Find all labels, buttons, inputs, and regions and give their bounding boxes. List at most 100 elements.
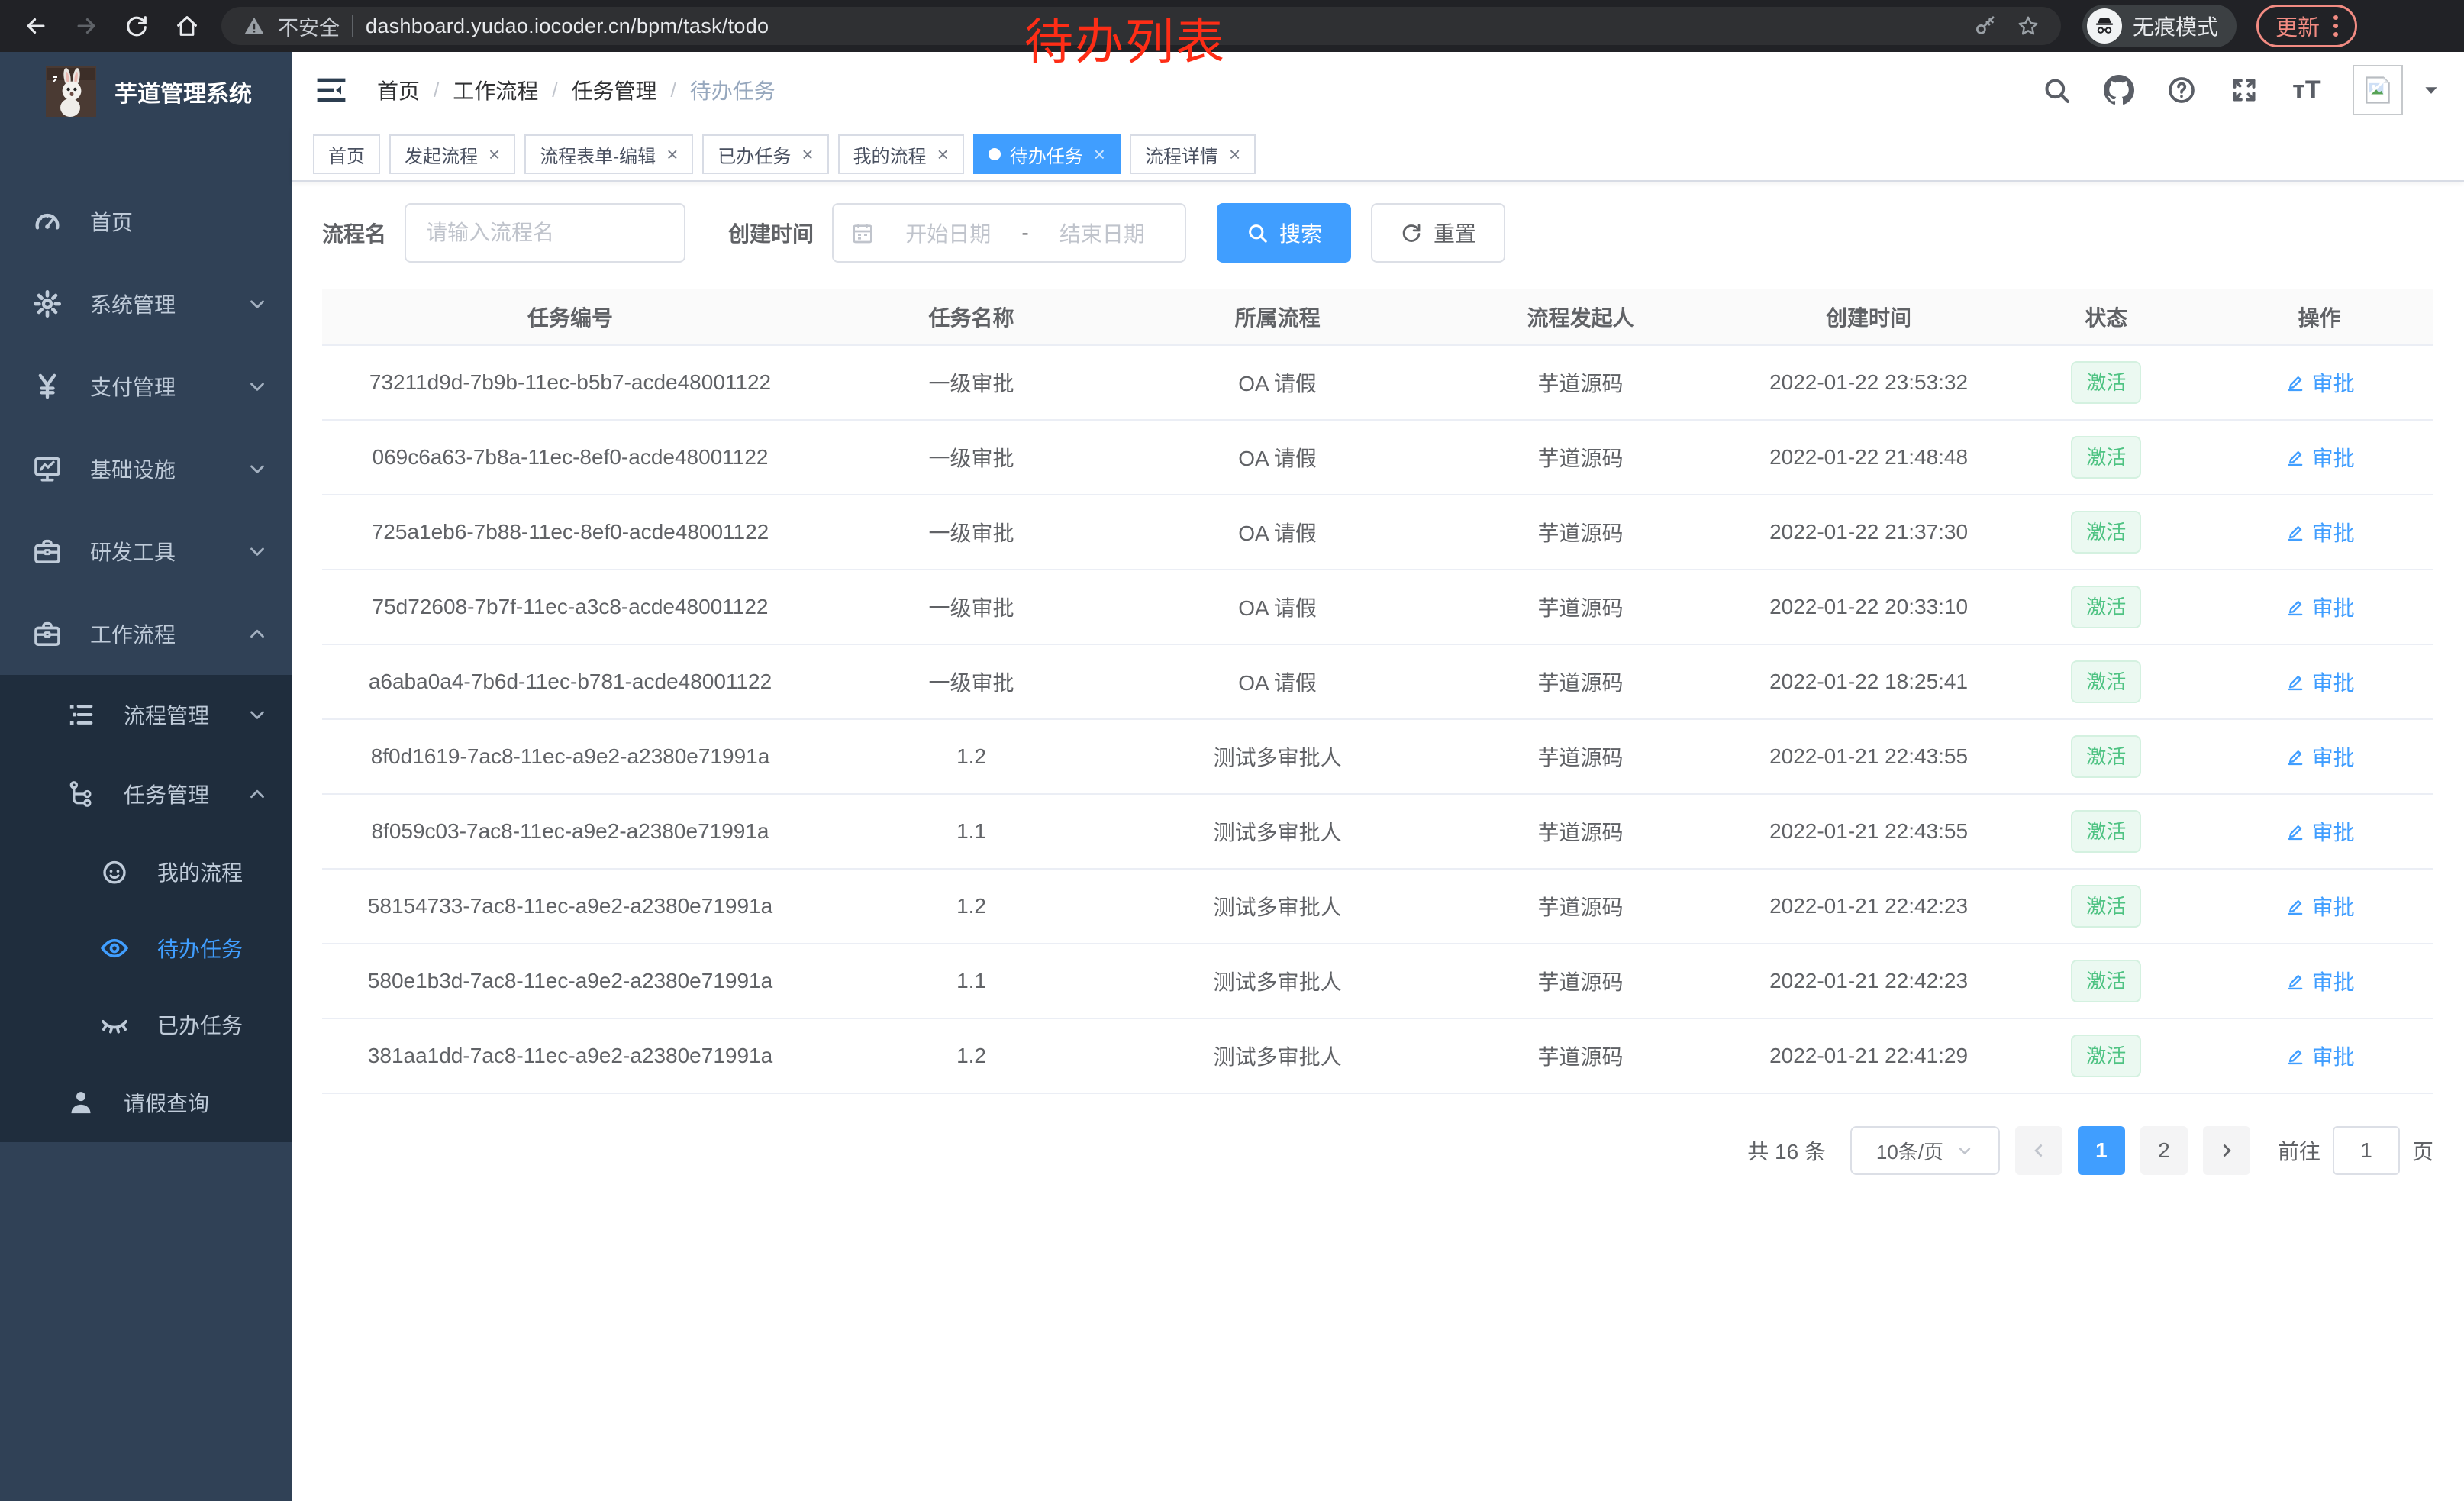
breadcrumb-item-工作流程[interactable]: 工作流程 — [453, 75, 538, 105]
status-badge: 激活 — [2071, 960, 2141, 1002]
browser-forward-icon[interactable] — [64, 4, 108, 48]
table-row: 381aa1dd-7ac8-11ec-a9e2-a2380e71991a1.2测… — [322, 1018, 2433, 1093]
sidebar-collapse-icon[interactable] — [313, 72, 350, 108]
table-row: 58154733-7ac8-11ec-a9e2-a2380e71991a1.2测… — [322, 869, 2433, 944]
process-name-input-wrap[interactable] — [405, 203, 685, 263]
sidebar-item-工作流程[interactable]: 工作流程 — [0, 592, 292, 675]
tab-close-icon[interactable]: × — [1094, 143, 1105, 166]
approve-link[interactable]: 审批 — [2285, 1041, 2355, 1071]
security-label[interactable]: 不安全 — [278, 11, 340, 41]
url-text[interactable]: dashboard.yudao.iocoder.cn/bpm/task/todo — [366, 15, 769, 38]
browser-update-button[interactable]: 更新 — [2256, 5, 2357, 47]
tab-发起流程[interactable]: 发起流程× — [389, 134, 515, 174]
tab-首页[interactable]: 首页 — [313, 134, 380, 174]
browser-back-icon[interactable] — [14, 4, 58, 48]
help-icon[interactable] — [2165, 73, 2198, 107]
edit-pen-icon — [2285, 447, 2306, 468]
password-key-icon[interactable] — [1974, 15, 1997, 37]
sidebar-item-支付管理[interactable]: 支付管理 — [0, 345, 292, 428]
column-header-任务编号: 任务编号 — [322, 289, 818, 345]
cell-created: 2022-01-22 23:53:32 — [1730, 345, 2007, 420]
next-page-button[interactable] — [2203, 1126, 2250, 1175]
approve-link[interactable]: 审批 — [2285, 517, 2355, 547]
cell-starter: 芋道源码 — [1430, 944, 1730, 1018]
page-content: 流程名 创建时间 开始日期 - 结束日期 搜索 — [292, 182, 2464, 1501]
search-icon[interactable] — [2040, 73, 2073, 107]
sidebar-item-基础设施[interactable]: 基础设施 — [0, 428, 292, 510]
cell-task-name: 1.1 — [818, 944, 1124, 1018]
cell-task-name: 一级审批 — [818, 495, 1124, 570]
table-row: 73211d9d-7b9b-11ec-b5b7-acde48001122一级审批… — [322, 345, 2433, 420]
cell-created: 2022-01-22 18:25:41 — [1730, 644, 2007, 719]
approve-link[interactable]: 审批 — [2285, 966, 2355, 996]
tab-label: 流程详情 — [1145, 141, 1218, 168]
browser-menu-icon[interactable] — [2333, 15, 2338, 37]
browser-home-icon[interactable] — [165, 4, 209, 48]
sidebar-item-请假查询[interactable]: 请假查询 — [0, 1063, 292, 1142]
update-label[interactable]: 更新 — [2275, 10, 2320, 42]
tab-待办任务[interactable]: 待办任务× — [973, 134, 1121, 174]
approve-link[interactable]: 审批 — [2285, 816, 2355, 847]
approve-link[interactable]: 审批 — [2285, 741, 2355, 772]
sidebar-submenu: 我的流程待办任务已办任务 — [0, 834, 292, 1063]
prev-page-button[interactable] — [2015, 1126, 2062, 1175]
end-date-placeholder[interactable]: 结束日期 — [1037, 218, 1168, 248]
tab-close-icon[interactable]: × — [937, 143, 949, 166]
fullscreen-icon[interactable] — [2227, 73, 2261, 107]
sidebar-item-待办任务[interactable]: 待办任务 — [0, 910, 292, 986]
tab-label: 我的流程 — [853, 141, 927, 168]
cell-starter: 芋道源码 — [1430, 570, 1730, 644]
approve-link[interactable]: 审批 — [2285, 442, 2355, 473]
browser-reload-icon[interactable] — [114, 4, 159, 48]
sidebar-item-任务管理[interactable]: 任务管理 — [0, 754, 292, 834]
cell-starter: 芋道源码 — [1430, 719, 1730, 794]
page-size-select[interactable]: 10条/页 — [1850, 1126, 2000, 1175]
sidebar: 芋道管理系统 首页系统管理支付管理基础设施研发工具工作流程流程管理任务管理我的流… — [0, 52, 292, 1501]
status-badge: 激活 — [2071, 361, 2141, 404]
breadcrumb-item-任务管理[interactable]: 任务管理 — [572, 75, 657, 105]
date-range-picker[interactable]: 开始日期 - 结束日期 — [832, 203, 1186, 263]
reset-button[interactable]: 重置 — [1371, 203, 1505, 263]
tab-close-icon[interactable]: × — [801, 143, 813, 166]
approve-link[interactable]: 审批 — [2285, 592, 2355, 622]
tab-close-icon[interactable]: × — [666, 143, 678, 166]
sidebar-item-系统管理[interactable]: 系统管理 — [0, 263, 292, 345]
sidebar-item-label: 首页 — [90, 206, 133, 237]
approve-link[interactable]: 审批 — [2285, 667, 2355, 697]
tab-close-icon[interactable]: × — [489, 143, 500, 166]
sidebar-item-研发工具[interactable]: 研发工具 — [0, 510, 292, 592]
tab-我的流程[interactable]: 我的流程 × — [838, 134, 964, 174]
sidebar-item-首页[interactable]: 首页 — [0, 180, 292, 263]
tab-已办任务[interactable]: 已办任务× — [702, 134, 828, 174]
avatar-caret-down-icon[interactable] — [2421, 80, 2441, 100]
tab-流程详情[interactable]: 流程详情 × — [1130, 134, 1256, 174]
sidebar-item-流程管理[interactable]: 流程管理 — [0, 675, 292, 754]
approve-link[interactable]: 审批 — [2285, 891, 2355, 922]
bookmark-star-icon[interactable] — [2017, 15, 2040, 37]
user-avatar[interactable] — [2353, 65, 2403, 115]
table-row: 8f059c03-7ac8-11ec-a9e2-a2380e71991a1.1测… — [322, 794, 2433, 869]
tags-view: 首页发起流程×流程表单-编辑×已办任务×我的流程×待办任务×流程详情× — [292, 128, 2464, 182]
tab-close-icon[interactable]: × — [1229, 143, 1240, 166]
goto-page-input[interactable]: 1 — [2333, 1126, 2400, 1175]
github-icon[interactable] — [2102, 73, 2136, 107]
cell-process: 测试多审批人 — [1124, 1018, 1430, 1093]
font-size-icon[interactable]: ᴛT — [2290, 73, 2324, 107]
monitor-icon — [32, 454, 63, 484]
breadcrumb-item-待办任务[interactable]: 待办任务 — [690, 75, 776, 105]
search-button[interactable]: 搜索 — [1217, 203, 1351, 263]
sidebar-item-label: 待办任务 — [157, 933, 243, 964]
sidebar-item-已办任务[interactable]: 已办任务 — [0, 986, 292, 1063]
page-button-1[interactable]: 1 — [2078, 1126, 2125, 1175]
cell-task-id: 75d72608-7b7f-11ec-a3c8-acde48001122 — [322, 570, 818, 644]
sidebar-item-我的流程[interactable]: 我的流程 — [0, 834, 292, 910]
approve-link[interactable]: 审批 — [2285, 367, 2355, 398]
sidebar-item-label: 已办任务 — [157, 1009, 243, 1040]
start-date-placeholder[interactable]: 开始日期 — [882, 218, 1014, 248]
app-logo-row[interactable]: 芋道管理系统 — [0, 52, 292, 131]
calendar-icon — [850, 221, 875, 245]
process-name-input[interactable] — [426, 221, 664, 245]
breadcrumb-item-首页[interactable]: 首页 — [377, 75, 420, 105]
page-button-2[interactable]: 2 — [2140, 1126, 2188, 1175]
tab-流程表单-编辑[interactable]: 流程表单-编辑× — [524, 134, 693, 174]
